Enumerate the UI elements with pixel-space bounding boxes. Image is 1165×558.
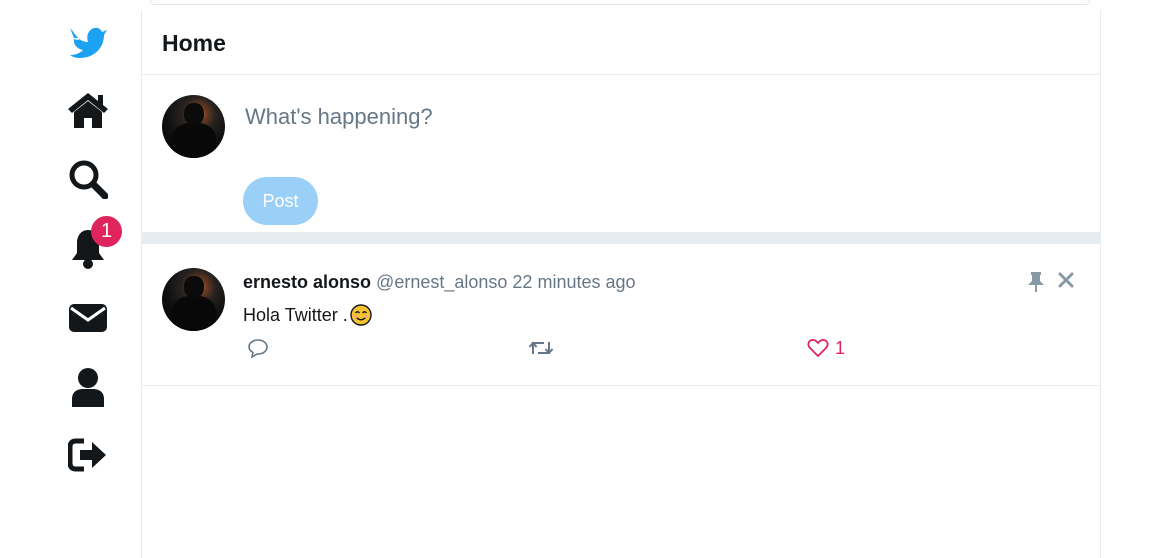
comment-icon bbox=[248, 339, 268, 358]
avatar bbox=[162, 95, 225, 158]
heart-icon bbox=[807, 339, 829, 358]
post-button[interactable]: Post bbox=[243, 177, 318, 225]
envelope-icon[interactable] bbox=[66, 296, 110, 340]
page-header: Home bbox=[142, 10, 1100, 75]
tweet-composer: Post bbox=[142, 75, 1100, 244]
sign-out-icon[interactable] bbox=[66, 433, 110, 477]
smiling-face-icon bbox=[350, 304, 372, 326]
like-button[interactable]: 1 bbox=[807, 336, 845, 360]
tweet-body: Hola Twitter . bbox=[243, 304, 372, 326]
browser-top-edge bbox=[150, 0, 1090, 5]
retweet-icon bbox=[528, 341, 554, 355]
bird-logo-icon[interactable] bbox=[66, 20, 110, 64]
reply-button[interactable] bbox=[247, 336, 269, 360]
tweet: ernesto alonso @ernest_alonso 22 minutes… bbox=[142, 244, 1100, 386]
author-name[interactable]: ernesto alonso bbox=[243, 272, 371, 292]
tweet-header: ernesto alonso @ernest_alonso 22 minutes… bbox=[243, 272, 636, 293]
search-icon[interactable] bbox=[66, 157, 110, 201]
tweet-text: Hola Twitter . bbox=[243, 304, 348, 325]
tweet-actions: 1 bbox=[243, 336, 943, 362]
compose-input[interactable] bbox=[245, 99, 1065, 135]
main-timeline: Home Post ernesto alonso @ernest_alonso … bbox=[141, 10, 1101, 558]
timestamp: 22 minutes ago bbox=[512, 272, 636, 292]
retweet-button[interactable] bbox=[528, 336, 554, 360]
pin-icon[interactable] bbox=[1027, 271, 1045, 298]
close-icon[interactable] bbox=[1057, 271, 1075, 294]
page-title: Home bbox=[162, 30, 226, 56]
author-handle[interactable]: @ernest_alonso bbox=[376, 272, 507, 292]
user-icon[interactable] bbox=[66, 365, 110, 409]
avatar[interactable] bbox=[162, 268, 225, 331]
like-count: 1 bbox=[835, 337, 846, 358]
notification-badge: 1 bbox=[91, 216, 122, 247]
sidebar: 1 bbox=[0, 0, 142, 558]
home-icon[interactable] bbox=[66, 88, 110, 132]
